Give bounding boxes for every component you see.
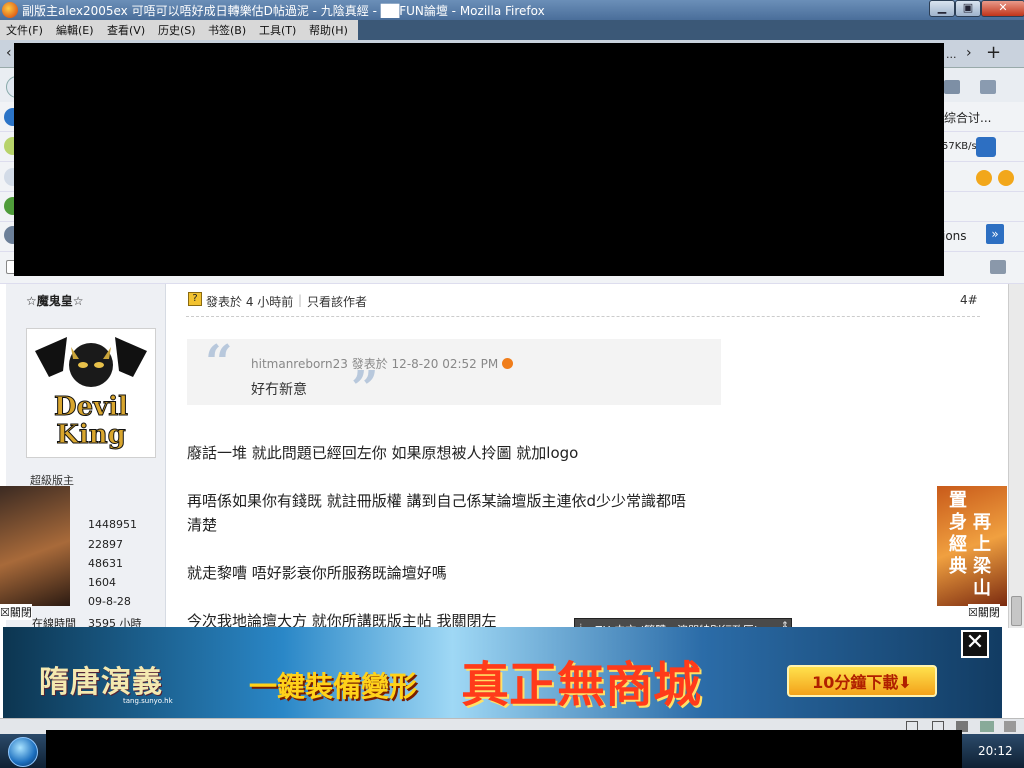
scrollbar-thumb[interactable]	[1011, 596, 1022, 626]
reload-icon[interactable]	[980, 80, 996, 94]
meta-separator: |	[298, 293, 303, 307]
menu-file[interactable]: 文件(F)	[6, 22, 43, 38]
post-divider	[186, 316, 980, 317]
open-quote-icon: “	[205, 335, 233, 391]
menu-view[interactable]: 查看(V)	[107, 22, 145, 38]
menu-bookmarks[interactable]: 书签(B)	[208, 22, 246, 38]
quote-author[interactable]: hitmanreborn23	[251, 357, 348, 371]
author-avatar[interactable]: Devil King	[26, 328, 156, 458]
search-engine-icon[interactable]	[998, 170, 1014, 186]
banner-logo: 隋唐演義	[39, 665, 163, 700]
window-title: 副版主alex2005ex 可唔可以唔好成日轉樂估D帖過泥 - 九陰真經 - █…	[22, 4, 545, 18]
svg-text:King: King	[56, 420, 126, 450]
right-ad-text: 置身經典	[949, 490, 967, 577]
stat-value: 09-8-28	[88, 595, 131, 608]
page-content: ☆魔鬼皇☆ Devil King 超級版主 1448951 22897 4863…	[0, 284, 1008, 630]
menu-bar: 文件(F) 編輯(E) 查看(V) 历史(S) 书签(B) 工具(T) 帮助(H…	[0, 20, 1024, 40]
banner-logo-url: tang.sunyo.hk	[123, 697, 173, 705]
floor-number[interactable]: 4#	[960, 293, 978, 307]
devil-king-emblem-icon: Devil King	[35, 337, 147, 451]
stat-value: 48631	[88, 557, 123, 570]
window-titlebar: 副版主alex2005ex 可唔可以唔好成日轉樂估D帖過泥 - 九陰真經 - █…	[0, 0, 1024, 20]
redacted-area	[14, 43, 944, 276]
left-ad-close[interactable]: ☒關閉	[0, 604, 32, 620]
new-tab-button[interactable]: +	[986, 42, 1001, 63]
quote-text: 好冇新意	[251, 382, 307, 398]
author-name[interactable]: ☆魔鬼皇☆	[26, 292, 84, 309]
add-icon[interactable]	[976, 170, 992, 186]
page-scrollbar[interactable]	[1008, 284, 1024, 628]
post-time: 發表於 4 小時前	[206, 295, 294, 309]
banner-headline: 真正無商城	[461, 657, 702, 713]
toolbar-overflow-button[interactable]: »	[986, 224, 1004, 244]
quote-block: “ ” hitmanreborn23 發表於 12-8-20 02:52 PM …	[187, 335, 721, 417]
post-line: 廢話一堆 就此問題已經回左你 如果原想被人拎圖 就加logo	[187, 444, 579, 462]
post-icon: ?	[188, 292, 202, 306]
firefox-icon	[2, 2, 18, 18]
maximize-button[interactable]: ▣	[955, 0, 981, 17]
right-float-ad[interactable]: 置身經典 再上梁山	[937, 486, 1007, 606]
minimize-button[interactable]: ▁	[929, 0, 955, 17]
post-line: 就走黎嘈 唔好影衰你所服務既論壇好嗎	[187, 564, 447, 582]
home-icon[interactable]	[944, 80, 960, 94]
wrench-icon[interactable]	[990, 260, 1006, 274]
menu-history[interactable]: 历史(S)	[158, 22, 196, 38]
left-float-ad[interactable]	[0, 486, 70, 606]
menu-tools[interactable]: 工具(T)	[259, 22, 296, 38]
only-author-link[interactable]: 只看該作者	[307, 293, 367, 310]
post-line: 再唔係如果你有錢既 就註冊版權 講到自己係某論壇版主連依d少少常識都唔	[187, 492, 687, 510]
right-ad-close[interactable]: ☒關閉	[968, 604, 1000, 620]
stat-value: 22897	[88, 538, 123, 551]
menu-group: 文件(F) 編輯(E) 查看(V) 历史(S) 书签(B) 工具(T) 帮助(H…	[0, 20, 358, 40]
menu-help[interactable]: 帮助(H)	[309, 22, 348, 38]
options-fragment[interactable]: ions	[942, 229, 967, 243]
start-button[interactable]	[8, 737, 38, 767]
tab-overflow-label: ...	[946, 48, 957, 61]
bottom-banner-ad[interactable]: 隋唐演義 tang.sunyo.hk 一鍵裝備變形 真正無商城 10分鐘下載⬇ …	[3, 627, 1002, 718]
post-line: 清楚	[187, 516, 218, 534]
close-window-button[interactable]: ✕	[981, 0, 1024, 17]
flag-icon[interactable]	[980, 721, 994, 732]
tab-scroll-left-icon[interactable]: ‹	[6, 45, 12, 61]
bookmark-fragment[interactable]: 综合讨...	[944, 109, 991, 126]
jump-to-post-icon[interactable]	[502, 358, 514, 369]
right-ad-text: 再上梁山	[973, 512, 991, 599]
quote-author-line: hitmanreborn23 發表於 12-8-20 02:52 PM	[251, 355, 514, 372]
transfer-speed: 57KB/s	[942, 141, 977, 152]
quote-posted: 發表於 12-8-20 02:52 PM	[351, 357, 499, 371]
swap-icon[interactable]	[976, 137, 996, 157]
svg-text:Devil: Devil	[54, 392, 128, 422]
banner-slogan: 一鍵裝備變形	[249, 670, 418, 703]
tab-scroll-right-icon[interactable]: ›	[966, 45, 972, 61]
download-button[interactable]: 10分鐘下載⬇	[787, 665, 937, 697]
tools-small-icon[interactable]	[1004, 721, 1016, 732]
stat-value: 1604	[88, 576, 116, 589]
stat-value: 1448951	[88, 518, 137, 531]
redacted-taskbar	[46, 730, 962, 768]
menu-edit[interactable]: 編輯(E)	[56, 22, 94, 38]
banner-close-button[interactable]: ✕	[961, 630, 989, 658]
taskbar-clock[interactable]: 20:12	[978, 744, 1013, 758]
